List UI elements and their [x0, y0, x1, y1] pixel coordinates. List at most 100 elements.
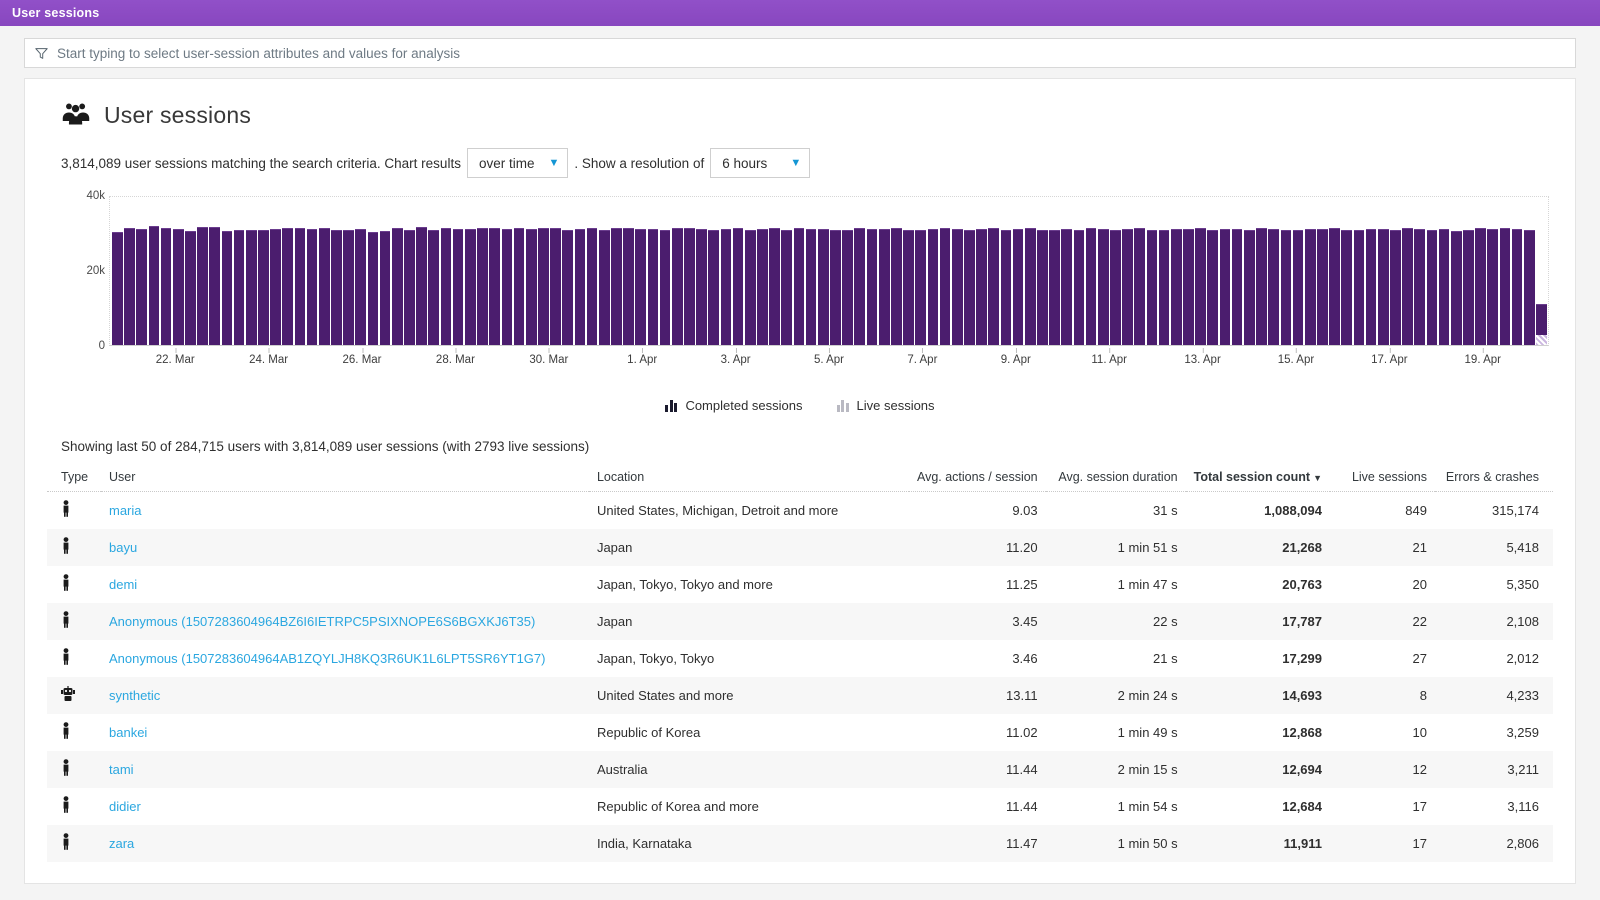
chart-bar[interactable]	[367, 231, 379, 345]
chart-bar[interactable]	[477, 228, 488, 345]
chart-bar[interactable]	[416, 227, 427, 345]
chart-bar[interactable]	[1304, 228, 1316, 345]
chart-bar[interactable]	[294, 228, 306, 345]
column-header-location[interactable]: Location	[588, 470, 909, 492]
chart-bar[interactable]	[1231, 228, 1243, 345]
chart-bar[interactable]	[355, 229, 367, 345]
chart-bar[interactable]	[1085, 228, 1097, 345]
user-link[interactable]: Anonymous (1507283604964BZ6I6IETRPC5PSIX…	[109, 614, 535, 629]
column-header-errors[interactable]: Errors & crashes	[1435, 470, 1553, 492]
user-link[interactable]: synthetic	[109, 688, 160, 703]
chart-bar[interactable]	[1012, 229, 1024, 345]
user-link[interactable]: maria	[109, 503, 142, 518]
chart-bar[interactable]	[671, 228, 683, 345]
chart-bar[interactable]	[136, 229, 148, 345]
chart-bar[interactable]	[124, 228, 135, 345]
chart-bar[interactable]	[245, 230, 257, 345]
chart-bar[interactable]	[1122, 228, 1133, 345]
chart-bar[interactable]	[464, 229, 476, 345]
chart-bar[interactable]	[306, 228, 318, 345]
chart-bar[interactable]	[513, 227, 525, 345]
chart-bar[interactable]	[891, 228, 902, 345]
chart-bar[interactable]	[878, 229, 890, 345]
chart-bar[interactable]	[1195, 228, 1206, 345]
chart-bar[interactable]	[927, 228, 939, 345]
chart-bar[interactable]	[1523, 229, 1535, 345]
chart-bar[interactable]	[185, 230, 196, 345]
chart-bar[interactable]	[562, 230, 574, 345]
chart-bar[interactable]	[538, 228, 549, 345]
chart-bar[interactable]	[866, 228, 878, 345]
chart-bar[interactable]	[1365, 228, 1377, 345]
chart-bar[interactable]	[258, 230, 269, 345]
table-row[interactable]: bayu Japan 11.20 1 min 51 s 21,268 21 5,418	[47, 528, 1553, 566]
chart-bar[interactable]	[112, 231, 123, 345]
chart-bar[interactable]	[1134, 228, 1146, 345]
table-row[interactable]: synthetic United States and more 13.11 2 mi…	[47, 676, 1553, 714]
chart-bar[interactable]	[732, 228, 744, 345]
chart-bar[interactable]	[684, 227, 695, 345]
chart-bar[interactable]	[379, 231, 391, 345]
chart-mode-select[interactable]: over time ▼	[466, 148, 569, 178]
chart-bar[interactable]	[391, 228, 403, 345]
column-header-live-sessions[interactable]: Live sessions	[1330, 470, 1435, 492]
user-link[interactable]: bankei	[109, 725, 147, 740]
chart-bar[interactable]	[489, 228, 500, 345]
chart-bar[interactable]	[720, 228, 732, 345]
column-header-total-session-count[interactable]: Total session count ▼	[1185, 470, 1330, 492]
chart-bar[interactable]	[805, 229, 817, 345]
chart-bar[interactable]	[331, 229, 342, 345]
column-header-user[interactable]: User	[101, 470, 589, 492]
chart-bar[interactable]	[270, 228, 281, 345]
table-row[interactable]: zara India, Karnataka 11.47 1 min 50 s 11,91…	[47, 824, 1553, 862]
chart-bar[interactable]	[1000, 229, 1012, 345]
table-row[interactable]: Anonymous (1507283604964BZ6I6IETRPC5PSIX…	[47, 602, 1553, 640]
chart-bar[interactable]	[172, 229, 184, 345]
chart-bar[interactable]	[1463, 229, 1474, 345]
chart-bar[interactable]	[1353, 229, 1365, 345]
chart-bar[interactable]	[1061, 228, 1073, 345]
chart-bar[interactable]	[282, 227, 294, 345]
chart-bar[interactable]	[1341, 229, 1353, 345]
user-link[interactable]: Anonymous (1507283604964AB1ZQYLJH8KQ3R6U…	[109, 651, 545, 666]
resolution-select[interactable]: 6 hours ▼	[710, 148, 811, 178]
chart-bar[interactable]	[1243, 229, 1255, 345]
chart-bar[interactable]	[1414, 228, 1426, 345]
chart-bar[interactable]	[1207, 229, 1219, 345]
chart-bar[interactable]	[647, 228, 659, 345]
chart-bar[interactable]	[525, 229, 537, 345]
chart-bar[interactable]	[1390, 230, 1401, 345]
table-row[interactable]: didier Republic of Korea and more 11.44 1 m…	[47, 788, 1553, 825]
chart-bar[interactable]	[318, 228, 330, 345]
chart-bar[interactable]	[1511, 228, 1523, 345]
chart-bar[interactable]	[1280, 230, 1292, 345]
chart-bar[interactable]	[1499, 227, 1511, 345]
chart-bar[interactable]	[915, 229, 927, 345]
chart-bar[interactable]	[1450, 230, 1462, 345]
table-row[interactable]: Anonymous (1507283604964AB1ZQYLJH8KQ3R6U…	[47, 640, 1553, 677]
user-link[interactable]: zara	[109, 836, 134, 851]
chart-bar[interactable]	[209, 227, 221, 345]
chart-bar[interactable]	[988, 228, 1000, 345]
chart-bar[interactable]	[574, 228, 586, 345]
chart-bar[interactable]	[623, 228, 634, 345]
chart-bar[interactable]	[635, 229, 647, 345]
table-row[interactable]: maria United States, Michigan, Detroit an…	[47, 492, 1553, 529]
chart-bar[interactable]	[1438, 229, 1450, 345]
chart-bar[interactable]	[1268, 229, 1279, 345]
user-link[interactable]: bayu	[109, 540, 137, 555]
chart-bar[interactable]	[842, 229, 853, 345]
chart-bar[interactable]	[1110, 229, 1121, 345]
chart-bar[interactable]	[769, 228, 780, 345]
chart-bar[interactable]	[708, 229, 720, 345]
chart-bar[interactable]	[1475, 228, 1486, 345]
column-header-avg-actions[interactable]: Avg. actions / session	[908, 470, 1046, 492]
chart-bar[interactable]	[1329, 228, 1340, 345]
chart-bar[interactable]	[1024, 228, 1036, 345]
chart-bar[interactable]	[1049, 229, 1060, 345]
chart-bar[interactable]	[1097, 229, 1109, 345]
chart-bar[interactable]	[1183, 228, 1194, 345]
chart-bar[interactable]	[501, 228, 513, 345]
chart-bar[interactable]	[1426, 229, 1438, 345]
chart-bar[interactable]	[598, 230, 610, 345]
